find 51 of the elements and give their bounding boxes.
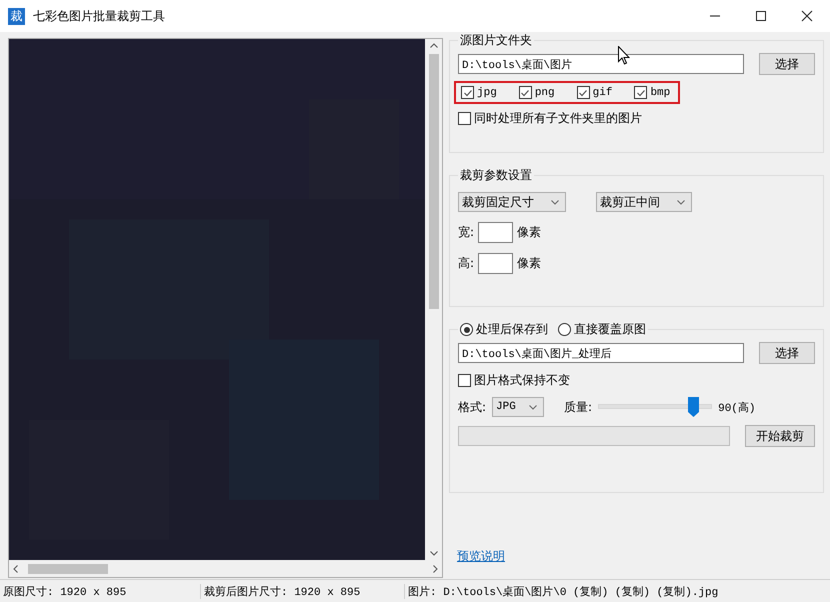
start-button[interactable]: 开始裁剪 [745,425,815,447]
check-icon [520,88,530,98]
slider-thumb[interactable] [688,397,699,417]
window-title: 七彩色图片批量裁剪工具 [33,8,165,24]
check-icon [462,88,472,98]
scroll-up-icon[interactable] [430,43,438,48]
format-checkbox[interactable]: gif [576,86,612,99]
scroll-left-icon[interactable] [13,564,18,572]
choose-button[interactable]: 选择 [759,53,815,75]
unit-label: 像素 [517,224,542,241]
quality-slider[interactable] [598,397,712,417]
vertical-scrollbar[interactable] [425,39,442,560]
group-title: 裁剪参数设置 [459,167,533,184]
help-link[interactable]: 预览说明 [457,548,505,565]
group-title: 源图片文件夹 [459,32,533,49]
quality-reading: 90(高) [718,400,756,414]
status-text: 图片: D:\tools\桌面\图片\0 (复制) (复制) (复制).jpg [404,584,718,598]
status-text: 原图尺寸: 1920 x 895 [2,585,128,598]
cursor-icon [618,46,630,65]
path-field[interactable]: D:\tools\桌面\图片 [458,54,744,74]
format-checkbox[interactable]: bmp [634,86,670,99]
field-label: 宽: [458,224,474,241]
size-field[interactable] [478,222,514,243]
crop-position-dropdown[interactable]: 裁剪正中间 [596,192,692,212]
output-radio[interactable]: 处理后保存到 [460,321,548,338]
app-icon: 裁 [8,8,25,24]
crop-mode-dropdown[interactable]: 裁剪固定尺寸 [458,192,566,212]
chevron-icon [529,404,538,410]
format-checkbox[interactable]: jpg [461,86,497,99]
output-radio[interactable]: 直接覆盖原图 [558,321,646,338]
format-checkbox[interactable]: png [518,86,555,99]
format-dropdown[interactable]: JPG [492,397,544,417]
keep-format-checkbox[interactable]: 图片格式保持不变 [458,372,815,389]
choose-button[interactable]: 选择 [759,342,815,364]
chevron-icon [551,200,559,204]
status-text: 裁剪后图片尺寸: 1920 x 895 [200,584,404,598]
quality-label: 质量: [564,398,592,416]
scroll-down-icon[interactable] [430,551,438,556]
check-icon [578,88,588,98]
check-icon [636,88,646,98]
field-label: 高: [458,255,474,272]
maximize-icon[interactable] [755,10,767,22]
close-icon[interactable] [801,10,813,22]
unit-label: 像素 [517,255,542,272]
chevron-icon [677,200,685,204]
horizontal-scrollbar[interactable] [9,560,442,577]
scroll-right-icon[interactable] [433,564,438,572]
subfolder-checkbox[interactable]: 同时处理所有子文件夹里的图片 [458,110,815,127]
format-label: 格式: [458,398,486,416]
path-field[interactable]: D:\tools\桌面\图片_处理后 [458,343,744,363]
size-field[interactable] [478,253,514,274]
